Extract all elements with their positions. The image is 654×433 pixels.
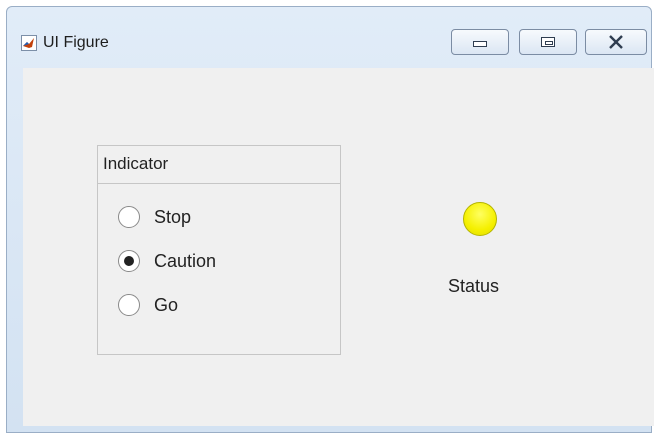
- radio-button-icon[interactable]: [118, 206, 140, 228]
- minimize-icon: [473, 41, 487, 47]
- panel-title: Indicator: [98, 146, 340, 184]
- radio-label-go: Go: [154, 294, 179, 315]
- maximize-button[interactable]: [519, 29, 577, 55]
- matlab-logo-icon: [21, 35, 37, 51]
- ui-figure-window: UI Figure Indicator Stop Caution Go Stat…: [6, 6, 654, 433]
- indicator-button-group: Indicator Stop Caution Go: [97, 145, 341, 355]
- radio-button-selected-icon[interactable]: [118, 250, 140, 272]
- radio-button-icon[interactable]: [118, 294, 140, 316]
- radio-label-caution: Caution: [154, 250, 217, 271]
- radio-caution[interactable]: Caution: [118, 248, 216, 274]
- minimize-button[interactable]: [451, 29, 509, 55]
- close-button[interactable]: [585, 29, 647, 55]
- status-label: Status: [448, 276, 500, 296]
- window-title: UI Figure: [43, 34, 109, 51]
- status-lamp: [463, 202, 497, 236]
- radio-go[interactable]: Go: [118, 292, 178, 318]
- figure-canvas: Indicator Stop Caution Go Status: [23, 68, 654, 426]
- close-icon: [609, 35, 623, 49]
- radio-label-stop: Stop: [154, 206, 192, 227]
- title-bar[interactable]: UI Figure: [7, 7, 651, 63]
- radio-stop[interactable]: Stop: [118, 204, 191, 230]
- maximize-icon: [541, 37, 555, 47]
